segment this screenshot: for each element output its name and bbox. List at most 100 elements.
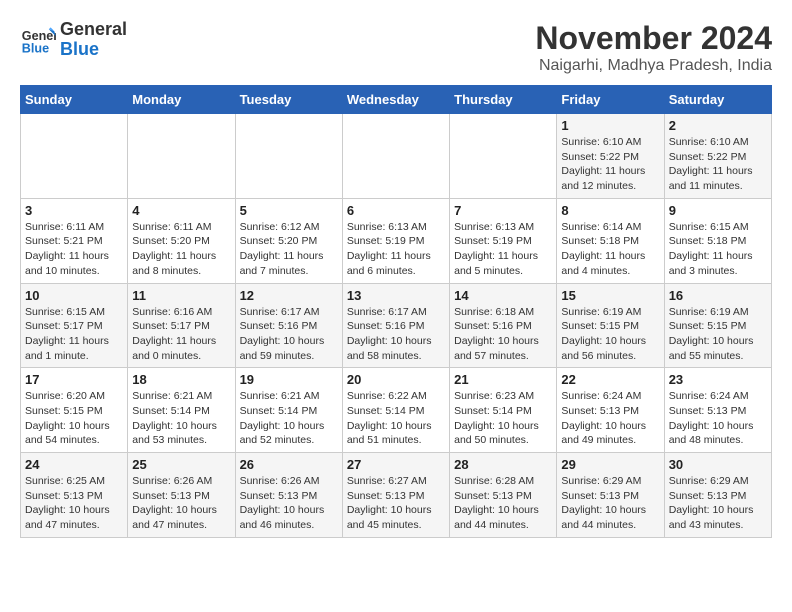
day-detail: Sunrise: 6:11 AMSunset: 5:20 PMDaylight:… [132,220,230,279]
day-detail: Sunrise: 6:26 AMSunset: 5:13 PMDaylight:… [240,474,338,533]
location: Naigarhi, Madhya Pradesh, India [535,57,772,75]
day-number: 20 [347,372,445,387]
day-detail: Sunrise: 6:28 AMSunset: 5:13 PMDaylight:… [454,474,552,533]
day-detail: Sunrise: 6:17 AMSunset: 5:16 PMDaylight:… [347,305,445,364]
day-detail: Sunrise: 6:18 AMSunset: 5:16 PMDaylight:… [454,305,552,364]
day-cell: 6 Sunrise: 6:13 AMSunset: 5:19 PMDaylight… [342,198,449,283]
week-row-2: 3 Sunrise: 6:11 AMSunset: 5:21 PMDaylight… [21,198,772,283]
day-number: 17 [25,372,123,387]
day-cell: 19 Sunrise: 6:21 AMSunset: 5:14 PMDayligh… [235,368,342,453]
day-number: 12 [240,288,338,303]
day-cell: 3 Sunrise: 6:11 AMSunset: 5:21 PMDaylight… [21,198,128,283]
day-detail: Sunrise: 6:22 AMSunset: 5:14 PMDaylight:… [347,389,445,448]
day-cell [450,114,557,199]
day-detail: Sunrise: 6:20 AMSunset: 5:15 PMDaylight:… [25,389,123,448]
day-detail: Sunrise: 6:13 AMSunset: 5:19 PMDaylight:… [454,220,552,279]
day-cell: 15 Sunrise: 6:19 AMSunset: 5:15 PMDayligh… [557,283,664,368]
day-detail: Sunrise: 6:19 AMSunset: 5:15 PMDaylight:… [669,305,767,364]
month-title: November 2024 [535,20,772,57]
day-number: 2 [669,118,767,133]
weekday-header-tuesday: Tuesday [235,86,342,114]
day-number: 21 [454,372,552,387]
logo: General Blue General Blue [20,20,127,60]
day-cell: 2 Sunrise: 6:10 AMSunset: 5:22 PMDaylight… [664,114,771,199]
day-cell: 27Sunrise: 6:27 AMSunset: 5:13 PMDayligh… [342,453,449,538]
week-row-5: 24 Sunrise: 6:25 AMSunset: 5:13 PMDayligh… [21,453,772,538]
day-number: 10 [25,288,123,303]
day-number: 28 [454,457,552,472]
day-detail: Sunrise: 6:13 AMSunset: 5:19 PMDaylight:… [347,220,445,279]
day-cell: 10 Sunrise: 6:15 AMSunset: 5:17 PMDayligh… [21,283,128,368]
day-detail: Sunrise: 6:15 AMSunset: 5:18 PMDaylight:… [669,220,767,279]
day-cell: 9 Sunrise: 6:15 AMSunset: 5:18 PMDaylight… [664,198,771,283]
day-cell: 23Sunrise: 6:24 AMSunset: 5:13 PMDayligh… [664,368,771,453]
day-number: 11 [132,288,230,303]
weekday-header-friday: Friday [557,86,664,114]
calendar-table: SundayMondayTuesdayWednesdayThursdayFrid… [20,85,772,538]
day-number: 25 [132,457,230,472]
day-cell: 12Sunrise: 6:17 AMSunset: 5:16 PMDayligh… [235,283,342,368]
title-block: November 2024 Naigarhi, Madhya Pradesh, … [535,20,772,75]
day-cell: 20 Sunrise: 6:22 AMSunset: 5:14 PMDayligh… [342,368,449,453]
day-detail: Sunrise: 6:29 AMSunset: 5:13 PMDaylight:… [669,474,767,533]
day-detail: Sunrise: 6:21 AMSunset: 5:14 PMDaylight:… [132,389,230,448]
day-cell: 14 Sunrise: 6:18 AMSunset: 5:16 PMDayligh… [450,283,557,368]
day-detail: Sunrise: 6:29 AMSunset: 5:13 PMDaylight:… [561,474,659,533]
day-cell: 30 Sunrise: 6:29 AMSunset: 5:13 PMDayligh… [664,453,771,538]
day-number: 24 [25,457,123,472]
day-detail: Sunrise: 6:16 AMSunset: 5:17 PMDaylight:… [132,305,230,364]
day-detail: Sunrise: 6:10 AMSunset: 5:22 PMDaylight:… [669,135,767,194]
day-cell: 11 Sunrise: 6:16 AMSunset: 5:17 PMDayligh… [128,283,235,368]
day-cell: 1 Sunrise: 6:10 AMSunset: 5:22 PMDaylight… [557,114,664,199]
day-detail: Sunrise: 6:25 AMSunset: 5:13 PMDaylight:… [25,474,123,533]
day-cell: 16 Sunrise: 6:19 AMSunset: 5:15 PMDayligh… [664,283,771,368]
day-detail: Sunrise: 6:11 AMSunset: 5:21 PMDaylight:… [25,220,123,279]
page-header: General Blue General Blue November 2024 … [20,20,772,75]
day-number: 26 [240,457,338,472]
day-number: 7 [454,203,552,218]
day-detail: Sunrise: 6:23 AMSunset: 5:14 PMDaylight:… [454,389,552,448]
day-cell: 25Sunrise: 6:26 AMSunset: 5:13 PMDayligh… [128,453,235,538]
day-detail: Sunrise: 6:21 AMSunset: 5:14 PMDaylight:… [240,389,338,448]
day-number: 18 [132,372,230,387]
day-number: 13 [347,288,445,303]
weekday-header-monday: Monday [128,86,235,114]
weekday-header-row: SundayMondayTuesdayWednesdayThursdayFrid… [21,86,772,114]
day-cell [128,114,235,199]
day-cell [342,114,449,199]
day-number: 6 [347,203,445,218]
day-detail: Sunrise: 6:27 AMSunset: 5:13 PMDaylight:… [347,474,445,533]
day-cell: 17 Sunrise: 6:20 AMSunset: 5:15 PMDayligh… [21,368,128,453]
week-row-4: 17 Sunrise: 6:20 AMSunset: 5:15 PMDayligh… [21,368,772,453]
day-detail: Sunrise: 6:15 AMSunset: 5:17 PMDaylight:… [25,305,123,364]
day-number: 9 [669,203,767,218]
day-number: 30 [669,457,767,472]
day-number: 23 [669,372,767,387]
day-cell: 21 Sunrise: 6:23 AMSunset: 5:14 PMDayligh… [450,368,557,453]
day-number: 15 [561,288,659,303]
day-number: 16 [669,288,767,303]
day-detail: Sunrise: 6:10 AMSunset: 5:22 PMDaylight:… [561,135,659,194]
day-detail: Sunrise: 6:24 AMSunset: 5:13 PMDaylight:… [561,389,659,448]
day-detail: Sunrise: 6:19 AMSunset: 5:15 PMDaylight:… [561,305,659,364]
day-detail: Sunrise: 6:14 AMSunset: 5:18 PMDaylight:… [561,220,659,279]
day-number: 14 [454,288,552,303]
weekday-header-thursday: Thursday [450,86,557,114]
day-cell: 26 Sunrise: 6:26 AMSunset: 5:13 PMDayligh… [235,453,342,538]
day-cell: 28 Sunrise: 6:28 AMSunset: 5:13 PMDayligh… [450,453,557,538]
day-number: 29 [561,457,659,472]
day-number: 1 [561,118,659,133]
week-row-1: 1 Sunrise: 6:10 AMSunset: 5:22 PMDaylight… [21,114,772,199]
day-cell: 24 Sunrise: 6:25 AMSunset: 5:13 PMDayligh… [21,453,128,538]
logo-text: General Blue [60,20,127,60]
svg-text:Blue: Blue [22,41,49,55]
day-cell: 5Sunrise: 6:12 AMSunset: 5:20 PMDaylight… [235,198,342,283]
day-number: 8 [561,203,659,218]
day-cell: 29 Sunrise: 6:29 AMSunset: 5:13 PMDayligh… [557,453,664,538]
day-number: 3 [25,203,123,218]
logo-icon: General Blue [20,22,56,58]
day-cell [235,114,342,199]
day-number: 19 [240,372,338,387]
day-cell: 18 Sunrise: 6:21 AMSunset: 5:14 PMDayligh… [128,368,235,453]
day-number: 4 [132,203,230,218]
